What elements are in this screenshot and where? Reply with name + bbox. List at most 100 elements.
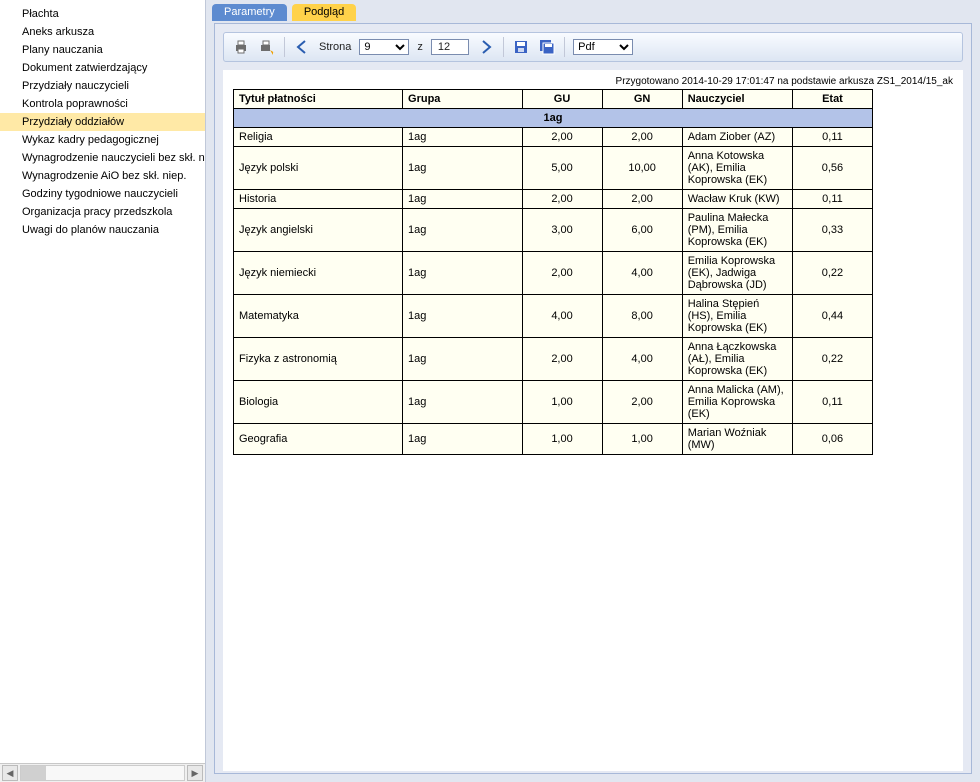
col-grupa: Grupa	[403, 90, 522, 109]
report-table: 1ag Tytuł płatności Grupa GU GN Nauczyci…	[233, 89, 873, 455]
sidebar-item[interactable]: Godziny tygodniowe nauczycieli	[0, 185, 205, 203]
table-row: Matematyka1ag4,008,00Halina Stępień (HS)…	[234, 295, 873, 338]
cell: 2,00	[522, 338, 602, 381]
main-panel: Parametry Podgląd Strona 123456789101112…	[206, 0, 980, 782]
tab-bar: Parametry Podgląd	[206, 0, 980, 21]
cell: 4,00	[602, 338, 682, 381]
report-meta: Przygotowano 2014-10-29 17:01:47 na pods…	[229, 74, 957, 89]
cell: 2,00	[522, 252, 602, 295]
cell: Język polski	[234, 147, 403, 190]
col-tytul: Tytuł płatności	[234, 90, 403, 109]
cell: 0,33	[792, 209, 872, 252]
col-etat: Etat	[792, 90, 872, 109]
tab-parameters[interactable]: Parametry	[212, 4, 287, 21]
cell: 0,22	[792, 338, 872, 381]
cell: 8,00	[602, 295, 682, 338]
scroll-track[interactable]	[20, 765, 185, 781]
cell: 1ag	[403, 128, 522, 147]
sidebar-item[interactable]: Uwagi do planów nauczania	[0, 221, 205, 239]
prev-page-icon[interactable]	[293, 38, 311, 56]
sidebar-item[interactable]: Kontrola poprawności	[0, 95, 205, 113]
format-select[interactable]: Pdf	[573, 39, 633, 55]
sidebar-item[interactable]: Aneks arkusza	[0, 23, 205, 41]
col-gu: GU	[522, 90, 602, 109]
cell: 1ag	[403, 338, 522, 381]
cell: Geografia	[234, 424, 403, 455]
scroll-thumb[interactable]	[21, 766, 46, 780]
cell: Język niemiecki	[234, 252, 403, 295]
cell: 4,00	[522, 295, 602, 338]
page-total: 12	[431, 39, 469, 55]
sidebar: PłachtaAneks arkuszaPlany nauczaniaDokum…	[0, 0, 206, 782]
cell: Adam Ziober (AZ)	[682, 128, 792, 147]
cell: Halina Stępień (HS), Emilia Koprowska (E…	[682, 295, 792, 338]
page-label: Strona	[319, 41, 351, 53]
sidebar-item[interactable]: Wynagrodzenie nauczycieli bez skł. n	[0, 149, 205, 167]
cell: 10,00	[602, 147, 682, 190]
sidebar-item[interactable]: Wynagrodzenie AiO bez skł. niep.	[0, 167, 205, 185]
cell: Anna Malicka (AM), Emilia Koprowska (EK)	[682, 381, 792, 424]
tab-preview[interactable]: Podgląd	[292, 4, 356, 21]
cell: 6,00	[602, 209, 682, 252]
cell: 0,56	[792, 147, 872, 190]
app-window: PłachtaAneks arkuszaPlany nauczaniaDokum…	[0, 0, 980, 782]
cell: 1ag	[403, 147, 522, 190]
quick-print-icon[interactable]	[258, 38, 276, 56]
save-all-icon[interactable]	[538, 38, 556, 56]
table-row: Religia1ag2,002,00Adam Ziober (AZ)0,11	[234, 128, 873, 147]
cell: 0,11	[792, 190, 872, 209]
sidebar-item[interactable]: Organizacja pracy przedszkola	[0, 203, 205, 221]
toolbar-separator	[284, 37, 285, 57]
table-row: Język niemiecki1ag2,004,00Emilia Koprows…	[234, 252, 873, 295]
col-nau: Nauczyciel	[682, 90, 792, 109]
table-row: Język polski1ag5,0010,00Anna Kotowska (A…	[234, 147, 873, 190]
page-select[interactable]: 123456789101112	[359, 39, 409, 55]
report-toolbar: Strona 123456789101112 z 12 Pdf	[223, 32, 963, 62]
group-header: 1ag	[234, 109, 873, 128]
cell: 4,00	[602, 252, 682, 295]
print-icon[interactable]	[232, 38, 250, 56]
cell: 1ag	[403, 381, 522, 424]
document-area: Strona 123456789101112 z 12 Pdf Przygoto	[214, 23, 972, 774]
scroll-left-button[interactable]: ◀	[2, 765, 18, 781]
cell: 1,00	[602, 424, 682, 455]
next-page-icon[interactable]	[477, 38, 495, 56]
nav-list: PłachtaAneks arkuszaPlany nauczaniaDokum…	[0, 0, 205, 763]
cell: 1,00	[522, 424, 602, 455]
cell: Matematyka	[234, 295, 403, 338]
cell: 0,44	[792, 295, 872, 338]
table-header-row: Tytuł płatności Grupa GU GN Nauczyciel E…	[234, 90, 873, 109]
cell: 2,00	[522, 128, 602, 147]
cell: Emilia Koprowska (EK), Jadwiga Dąbrowska…	[682, 252, 792, 295]
cell: Paulina Małecka (PM), Emilia Koprowska (…	[682, 209, 792, 252]
cell: 2,00	[602, 190, 682, 209]
sidebar-item[interactable]: Przydziały nauczycieli	[0, 77, 205, 95]
cell: Fizyka z astronomią	[234, 338, 403, 381]
cell: Historia	[234, 190, 403, 209]
cell: Marian Woźniak (MW)	[682, 424, 792, 455]
sidebar-item[interactable]: Plany nauczania	[0, 41, 205, 59]
sidebar-scrollbar[interactable]: ◀ ▶	[0, 763, 205, 782]
table-row: Fizyka z astronomią1ag2,004,00Anna Łączk…	[234, 338, 873, 381]
cell: 1ag	[403, 252, 522, 295]
cell: Biologia	[234, 381, 403, 424]
cell: 0,06	[792, 424, 872, 455]
cell: 5,00	[522, 147, 602, 190]
cell: 0,22	[792, 252, 872, 295]
report-viewport[interactable]: Przygotowano 2014-10-29 17:01:47 na pods…	[223, 70, 963, 771]
page-separator: z	[417, 41, 423, 53]
sidebar-item[interactable]: Wykaz kadry pedagogicznej	[0, 131, 205, 149]
sidebar-item[interactable]: Dokument zatwierdzający	[0, 59, 205, 77]
save-icon[interactable]	[512, 38, 530, 56]
toolbar-separator	[503, 37, 504, 57]
table-row: Geografia1ag1,001,00Marian Woźniak (MW)0…	[234, 424, 873, 455]
scroll-right-button[interactable]: ▶	[187, 765, 203, 781]
cell: 0,11	[792, 128, 872, 147]
cell: 1ag	[403, 209, 522, 252]
cell: 3,00	[522, 209, 602, 252]
cell: 1ag	[403, 424, 522, 455]
table-row: Biologia1ag1,002,00Anna Malicka (AM), Em…	[234, 381, 873, 424]
sidebar-item[interactable]: Przydziały oddziałów	[0, 113, 205, 131]
sidebar-item[interactable]: Płachta	[0, 5, 205, 23]
toolbar-separator	[564, 37, 565, 57]
